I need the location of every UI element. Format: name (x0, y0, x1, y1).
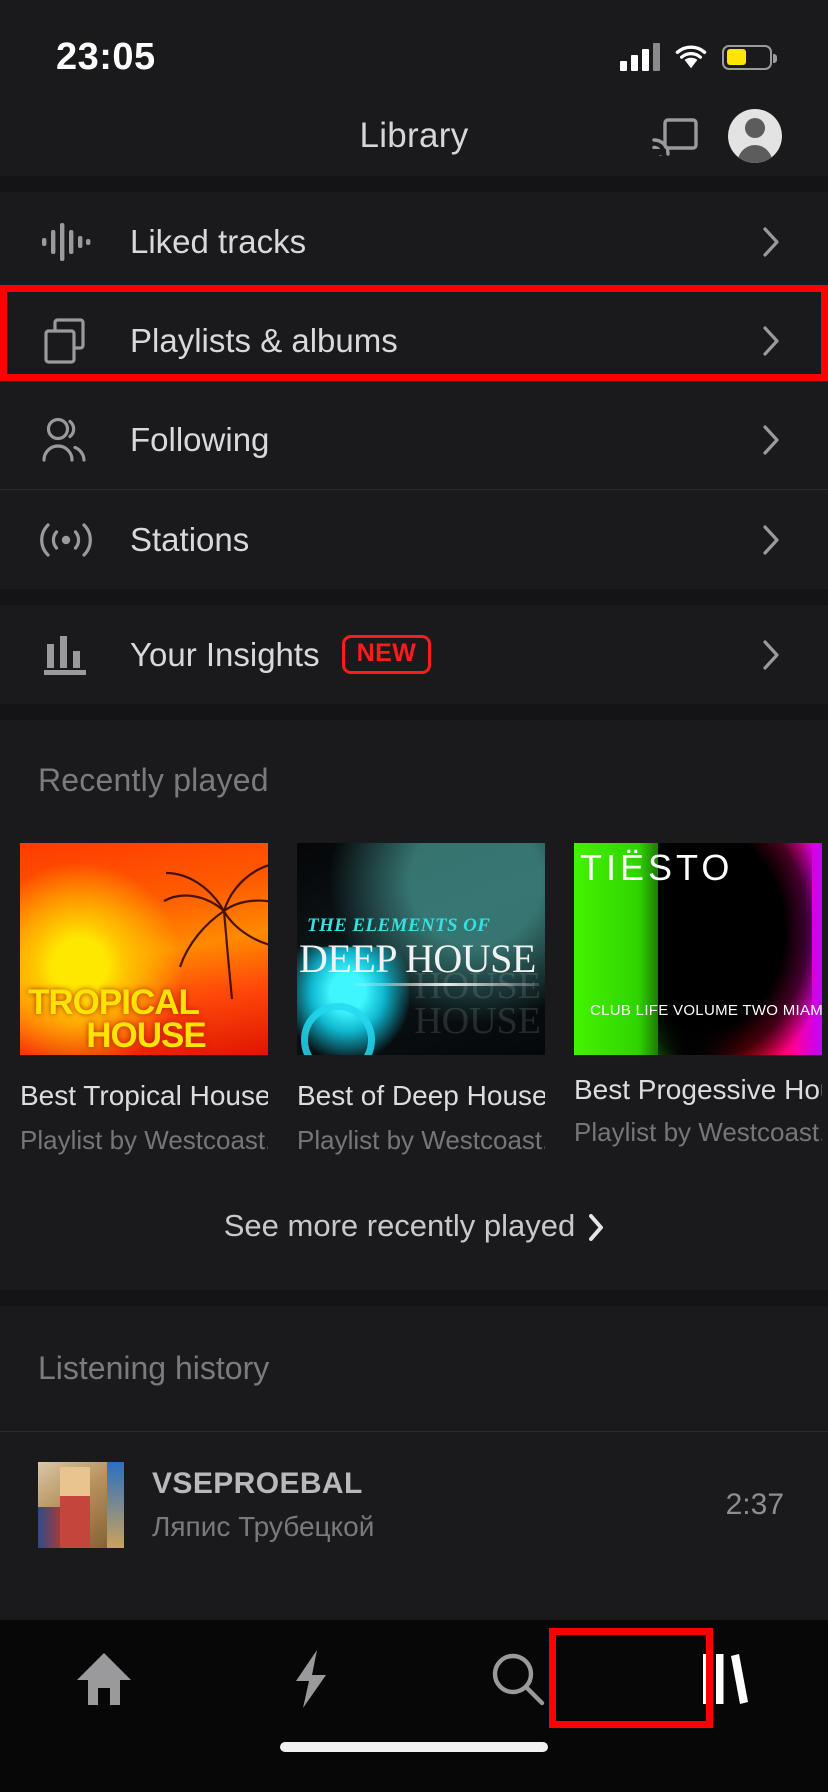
list-item[interactable]: TROPICAL HOUSE Best Tropical House（2.. P… (20, 843, 268, 1156)
see-more-recently-played-link[interactable]: See more recently played (0, 1156, 828, 1290)
wifi-icon (674, 44, 708, 70)
chevron-right-icon (589, 1213, 604, 1241)
app-screen: 23:05 Library Liked tracks Playlists & a… (0, 0, 828, 1792)
recently-played-carousel[interactable]: TROPICAL HOUSE Best Tropical House（2.. P… (0, 799, 828, 1156)
album-art-tropical-house: TROPICAL HOUSE (20, 843, 268, 1055)
sidebar-item-label: Liked tracks (130, 222, 307, 260)
sidebar-item-playlists-albums[interactable]: Playlists & albums (0, 291, 828, 390)
list-item-subtitle: Playlist by Westcoast... (574, 1117, 822, 1147)
chevron-right-icon (763, 424, 780, 455)
chevron-right-icon (763, 639, 780, 670)
battery-low-power-icon (722, 44, 777, 70)
track-info: VSEPROEBAL Ляпис Трубецкой (152, 1467, 698, 1543)
album-art-deep-house: HOUSE HOUSE THE ELEMENTS OF DEEP HOUSE (297, 843, 545, 1055)
album-art-text: TROPICAL HOUSE (28, 982, 207, 1055)
app-header: Library (0, 96, 828, 176)
home-indicator (280, 1742, 548, 1752)
list-item[interactable]: TIËSTO CLUB LIFE VOLUME TWO MIAMI Best P… (574, 843, 822, 1156)
sidebar-item-liked-tracks[interactable]: Liked tracks (0, 192, 828, 291)
section-divider (0, 1290, 828, 1306)
tab-feed[interactable] (207, 1620, 414, 1738)
album-art-text-line1: THE ELEMENTS OF (307, 915, 491, 936)
see-more-label: See more recently played (223, 1208, 576, 1243)
lightning-bolt-icon (295, 1650, 326, 1708)
sidebar-item-label: Playlists & albums (130, 321, 398, 359)
tab-search[interactable] (414, 1620, 621, 1738)
list-item-title: Best Tropical House（2.. (20, 1080, 268, 1111)
home-indicator-area (0, 1738, 828, 1792)
table-row[interactable]: VSEPROEBAL Ляпис Трубецкой 2:37 (0, 1432, 828, 1548)
track-artist: Ляпис Трубецкой (152, 1511, 375, 1542)
sidebar-item-your-insights[interactable]: Your Insights NEW (0, 605, 828, 704)
album-art-text-line2: CLUB LIFE VOLUME TWO MIAMI (590, 1002, 822, 1019)
stacked-squares-icon (30, 316, 102, 366)
bar-chart-icon (30, 632, 102, 678)
library-books-icon (702, 1654, 748, 1704)
people-icon (30, 416, 102, 464)
library-content: Liked tracks Playlists & albums Followin… (0, 176, 828, 1620)
list-item-title: Best of Deep House（V.. (297, 1080, 545, 1111)
track-thumbnail (38, 1462, 124, 1548)
recently-played-title: Recently played (38, 762, 269, 798)
sidebar-item-stations[interactable]: Stations (0, 490, 828, 589)
track-title: VSEPROEBAL (152, 1467, 363, 1500)
status-time: 23:05 (56, 35, 156, 78)
waveform-icon (30, 220, 102, 264)
section-divider (0, 589, 828, 605)
tab-home[interactable] (0, 1620, 207, 1738)
track-duration: 2:37 (725, 1488, 784, 1521)
list-item-subtitle: Playlist by Westcoast... (297, 1125, 545, 1155)
sidebar-item-label: Stations (130, 520, 250, 558)
list-item-title: Best Progessive House (574, 1074, 822, 1105)
chevron-right-icon (763, 226, 780, 257)
status-indicators (620, 43, 777, 71)
sidebar-item-label: Your Insights (130, 635, 320, 673)
chevron-right-icon (763, 524, 780, 555)
chevron-right-icon (763, 325, 780, 356)
section-divider (0, 176, 828, 192)
album-art-club-life: TIËSTO CLUB LIFE VOLUME TWO MIAMI (574, 843, 822, 1055)
list-item-subtitle: Playlist by Westcoast... (20, 1125, 268, 1155)
cast-icon[interactable] (652, 116, 698, 156)
section-divider (0, 704, 828, 720)
page-title: Library (359, 116, 469, 155)
broadcast-icon (30, 517, 102, 563)
account-avatar-icon[interactable] (728, 109, 782, 163)
album-art-text-line1: TIËSTO (580, 847, 734, 888)
listening-history-title: Listening history (38, 1350, 270, 1386)
cellular-signal-icon (620, 43, 660, 71)
list-item[interactable]: HOUSE HOUSE THE ELEMENTS OF DEEP HOUSE Be… (297, 843, 545, 1156)
status-bar: 23:05 (0, 0, 828, 96)
sidebar-item-label: Following (130, 420, 270, 458)
sidebar-item-following[interactable]: Following (0, 390, 828, 489)
album-art-text-line2: DEEP HOUSE (299, 936, 536, 981)
tab-library[interactable] (621, 1620, 828, 1738)
search-icon (492, 1653, 544, 1706)
home-icon (76, 1653, 131, 1705)
status-badge: NEW (341, 635, 432, 674)
header-actions (652, 109, 782, 163)
bottom-tab-bar (0, 1620, 828, 1738)
